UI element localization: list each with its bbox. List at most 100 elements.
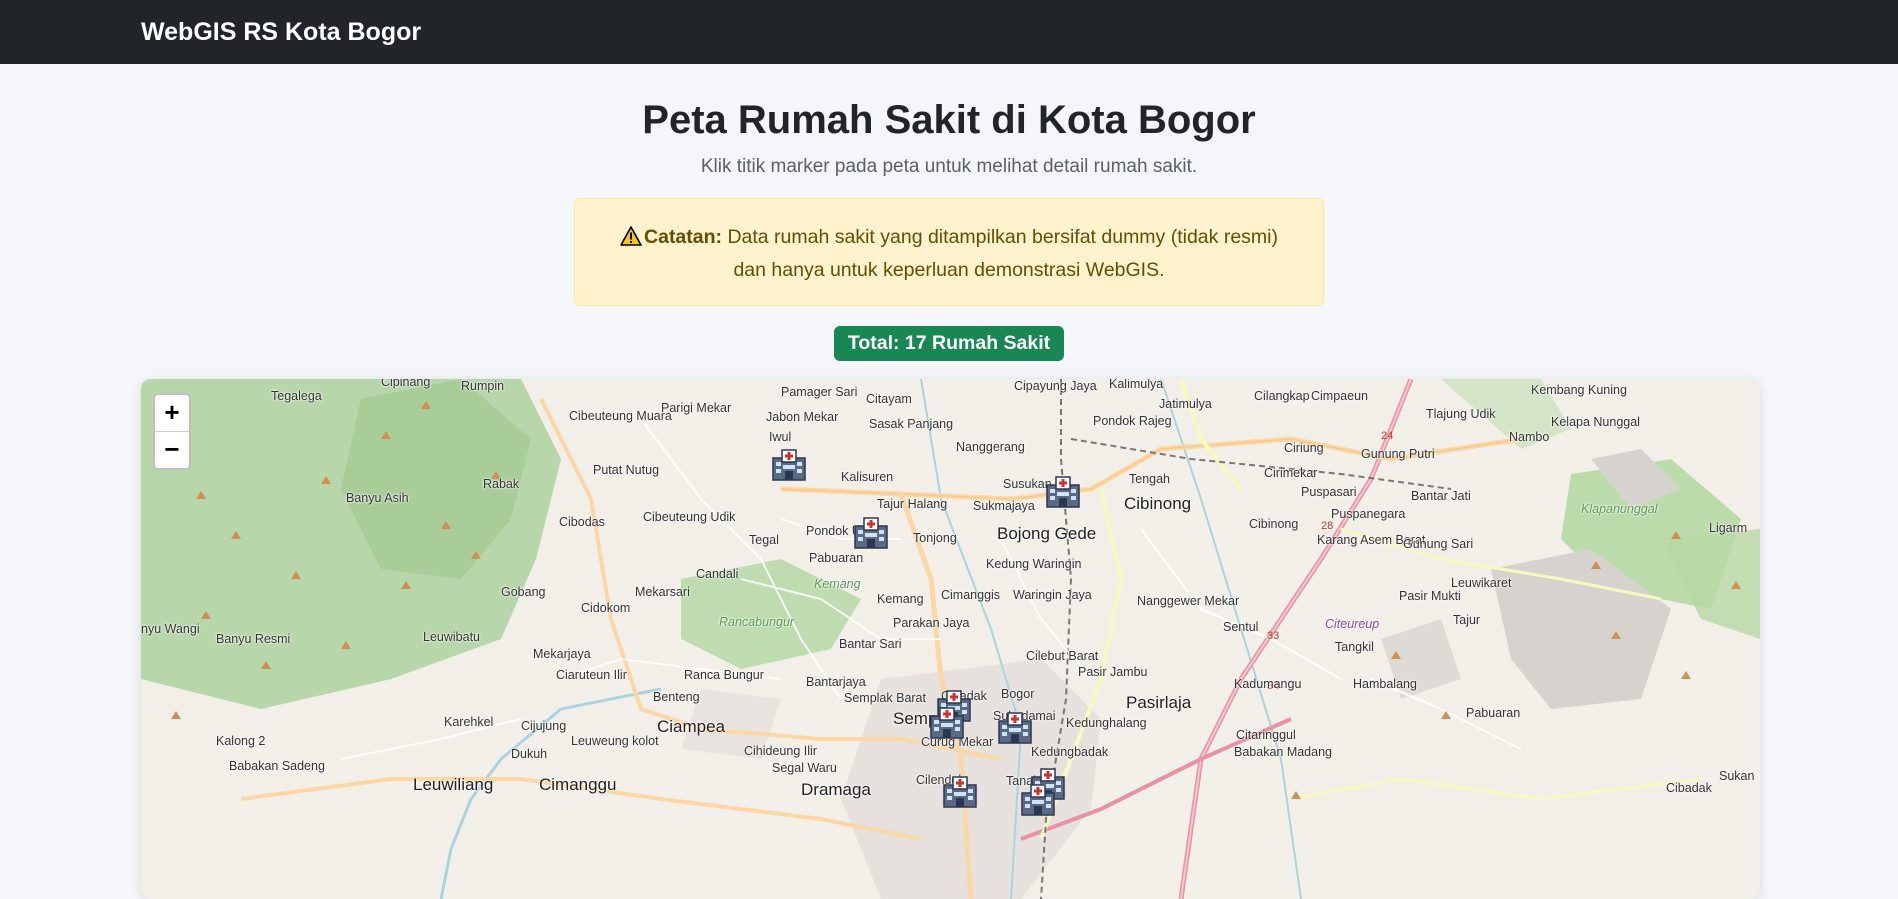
place-label: Babakan Madang	[1234, 745, 1332, 759]
alert-line-1: Data rumah sakit yang ditampilkan bersif…	[722, 226, 1278, 248]
place-label: Babakan Sadeng	[229, 759, 325, 773]
place-label: Ligarm	[1709, 521, 1748, 535]
place-label: Nanggewer Mekar	[1137, 594, 1240, 608]
place-label: Tajur Halang	[877, 497, 948, 511]
place-label: Cilangkap	[1254, 389, 1310, 403]
place-label: Bantar Sari	[839, 637, 902, 651]
place-label: Banyu Resmi	[216, 632, 291, 646]
place-label: Kedung Waringin	[986, 557, 1082, 571]
place-label: Kedungbadak	[1031, 745, 1109, 759]
place-label: Cibadak	[1666, 781, 1712, 795]
zoom-in-button[interactable]: +	[155, 395, 189, 431]
place-label: Tajur	[1453, 613, 1481, 627]
place-label: Kalisuren	[841, 470, 894, 484]
hospital-marker-icon[interactable]	[1045, 473, 1081, 509]
place-label: Puspasari	[1301, 485, 1357, 499]
place-label: Rumpin	[461, 379, 505, 393]
place-label: Tengah	[1129, 472, 1171, 486]
place-label: Citayam	[866, 392, 912, 406]
place-label: Cibinong	[1249, 517, 1299, 531]
place-label: Benteng	[653, 690, 700, 704]
hospital-marker-icon[interactable]	[771, 446, 807, 482]
place-label: Leuwiliang	[413, 775, 494, 794]
place-label: Citeureup	[1325, 617, 1380, 631]
place-label: Kelapa Nunggal	[1551, 415, 1640, 429]
map-base-layer[interactable]: 2428 3433 10	[141, 379, 1760, 899]
alert-line-2: dan hanya untuk keperluan demonstrasi We…	[733, 259, 1165, 281]
main-content: Peta Rumah Sakit di Kota Bogor Klik titi…	[0, 98, 1898, 361]
place-label: Hambalang	[1353, 677, 1417, 691]
place-label: Cimpaeun	[1311, 389, 1368, 403]
place-label: Dramaga	[801, 780, 871, 799]
place-label: Nanggerang	[956, 440, 1025, 454]
alert-label: Catatan:	[644, 226, 723, 248]
place-label: Cijujung	[521, 719, 567, 733]
place-label: Puspanegara	[1331, 507, 1406, 521]
place-label: Cirimekar	[1264, 466, 1318, 480]
place-label: Cibeuteung Udik	[643, 510, 736, 524]
hospital-marker-icon[interactable]	[929, 704, 965, 740]
place-label: Bojong Gede	[997, 524, 1097, 543]
place-label: Gunung Putri	[1361, 447, 1435, 461]
place-label: Cimanggu	[539, 775, 617, 794]
place-label: Tonjong	[913, 531, 957, 545]
place-label: Iwul	[769, 430, 792, 444]
hospital-marker-icon[interactable]	[853, 514, 889, 550]
place-label: Leuweung kolot	[571, 734, 659, 748]
place-label: Waringin Jaya	[1013, 588, 1092, 602]
place-label: Candali	[696, 567, 739, 581]
place-label: nyu Wangi	[141, 622, 200, 636]
zoom-control: + −	[153, 393, 191, 470]
place-label: Tegal	[749, 533, 779, 547]
place-label: Bogor	[1001, 687, 1035, 701]
place-label: Bantarjaya	[806, 675, 866, 689]
place-label: Citaringgul	[1236, 728, 1296, 742]
place-label: Cidokom	[581, 601, 631, 615]
place-label: Sentul	[1223, 620, 1259, 634]
place-label: Pabuaran	[1466, 706, 1521, 720]
place-label: Pamager Sari	[781, 385, 858, 399]
place-label: Parigi Mekar	[661, 401, 732, 415]
place-label: Sukan	[1719, 769, 1755, 783]
place-label: Cipayung Jaya	[1014, 379, 1097, 393]
place-label: Kemang	[814, 577, 861, 591]
place-label: Mekarjaya	[533, 647, 591, 661]
place-label: Rabak	[483, 477, 520, 491]
hospital-marker-icon[interactable]	[1020, 781, 1056, 817]
place-label: Tlajung Udik	[1426, 407, 1496, 421]
place-label: Kalimulya	[1109, 379, 1164, 391]
place-label: Kemang	[877, 592, 924, 606]
place-label: Ciampea	[657, 717, 726, 736]
svg-text:28: 28	[1321, 520, 1333, 532]
place-label: Jatimulya	[1159, 397, 1212, 411]
total-hospitals-badge: Total: 17 Rumah Sakit	[833, 326, 1065, 361]
place-label: Segal Waru	[772, 761, 837, 775]
place-label: Cipinang	[381, 379, 431, 389]
place-label: Rancabungur	[719, 615, 795, 629]
place-label: Semplak Barat	[844, 691, 926, 705]
place-label: Jabon Mekar	[766, 410, 839, 424]
place-label: Gunung Sari	[1403, 537, 1474, 551]
place-label: Sasak Panjang	[869, 417, 954, 431]
place-label: Banyu Asih	[346, 491, 409, 505]
zoom-out-button[interactable]: −	[155, 431, 189, 468]
place-label: Pasir Jambu	[1078, 665, 1148, 679]
place-label: Cimanggis	[941, 588, 1001, 602]
warning-icon	[620, 225, 642, 255]
hospital-map[interactable]: 2428 3433 10 + − TegalegaCipinangRumpinC…	[141, 379, 1760, 899]
navbar: WebGIS RS Kota Bogor	[0, 0, 1898, 64]
place-label: Gobang	[501, 585, 546, 599]
place-label: Leuwibatu	[423, 630, 480, 644]
place-label: Kedunghalang	[1066, 716, 1147, 730]
place-label: Sukmajaya	[973, 499, 1035, 513]
place-label: Cilebut Barat	[1026, 649, 1099, 663]
place-label: Tangkil	[1335, 640, 1374, 654]
place-label: Pasirlaja	[1126, 693, 1192, 712]
place-label: Kadumangu	[1234, 677, 1302, 691]
navbar-brand[interactable]: WebGIS RS Kota Bogor	[141, 18, 421, 47]
place-label: Kalong 2	[216, 734, 266, 748]
place-label: Leuwikaret	[1451, 576, 1512, 590]
hospital-marker-icon[interactable]	[942, 773, 978, 809]
page-subtitle: Klik titik marker pada peta untuk meliha…	[700, 156, 1198, 177]
hospital-marker-icon[interactable]	[997, 709, 1033, 745]
